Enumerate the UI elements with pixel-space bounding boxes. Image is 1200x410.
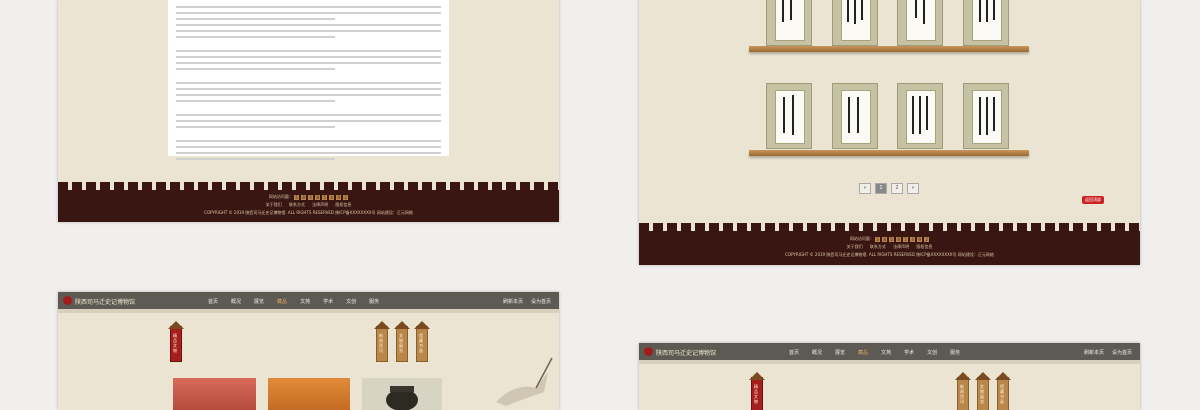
calligraphy-item[interactable]	[963, 83, 1009, 149]
site-footer: 网站访问量： 58 58 54 92 关于我们 联系方式 法律声明 版权信息 C…	[639, 223, 1140, 265]
pager-next-button[interactable]: »	[907, 183, 919, 194]
news-thumbnail[interactable]	[362, 378, 442, 410]
nav-item-creative[interactable]: 文创	[346, 298, 356, 305]
footer-link-legal[interactable]: 法律声明	[312, 202, 328, 207]
footer-link-copyright[interactable]: 版权信息	[916, 244, 932, 249]
category-banner[interactable]: 新闻资讯	[955, 372, 971, 410]
refresh-link[interactable]: 刷新本页	[1084, 349, 1104, 356]
copyright-text: COPYRIGHT © 2019 陕西司马迁史记博物馆. ALL RIGHTS …	[785, 252, 957, 257]
main-menu: 首页 概况 展览 藏品 文苑 学术 文创 服务	[789, 349, 960, 356]
footer-link-about[interactable]: 关于我们	[266, 202, 282, 207]
set-homepage-link[interactable]: 设为首页	[531, 298, 551, 305]
nav-item-exhibitions[interactable]: 展览	[835, 349, 845, 356]
site-credit: 网站建设：正元网络	[957, 252, 994, 257]
news-thumbnail[interactable]	[268, 378, 350, 410]
footer-link-about[interactable]: 关于我们	[847, 244, 863, 249]
visitor-counter: 58 58 54 92	[294, 194, 349, 200]
nav-item-services[interactable]: 服务	[369, 298, 379, 305]
museum-logo-icon	[644, 347, 653, 356]
main-menu: 首页 概况 展览 藏品 文苑 学术 文创 服务	[208, 298, 379, 305]
category-banner[interactable]: 馆藏书画	[414, 321, 430, 362]
collection-home-preview: 陕西司马迁史记博物馆 首页 概况 展览 藏品 文苑 学术 文创 服务 刷新本页 …	[58, 292, 559, 410]
calligraphy-item[interactable]	[766, 0, 812, 46]
top-nav: 陕西司马迁史记博物馆 首页 概况 展览 藏品 文苑 学术 文创 服务 刷新本页 …	[639, 343, 1140, 360]
nav-item-creative[interactable]: 文创	[927, 349, 937, 356]
nav-item-overview[interactable]: 概况	[231, 298, 241, 305]
site-title: 陕西司马迁史记博物馆	[75, 299, 136, 306]
nav-item-home[interactable]: 首页	[789, 349, 799, 356]
nav-item-academic[interactable]: 学术	[904, 349, 914, 356]
nav-item-literature[interactable]: 文苑	[881, 349, 891, 356]
back-to-top-button[interactable]: 返回顶部	[1082, 196, 1104, 204]
visitor-counter-label: 网站访问量：	[268, 194, 293, 199]
nav-item-exhibitions[interactable]: 展览	[254, 298, 264, 305]
calligraphy-item[interactable]	[897, 83, 943, 149]
calligraphy-item[interactable]	[963, 0, 1009, 46]
category-banner[interactable]: 文物展览	[394, 321, 410, 362]
visitor-counter: 58 58 54 92	[875, 236, 930, 242]
top-nav: 陕西司马迁史记博物馆 首页 概况 展览 藏品 文苑 学术 文创 服务 刷新本页 …	[58, 292, 559, 309]
refresh-link[interactable]: 刷新本页	[503, 298, 523, 305]
calligraphy-item[interactable]	[832, 83, 878, 149]
nav-item-academic[interactable]: 学术	[323, 298, 333, 305]
nav-item-collection[interactable]: 藏品	[858, 349, 868, 356]
pager-page-1[interactable]: 1	[875, 183, 887, 194]
museum-logo-icon	[63, 296, 72, 305]
collection-home-preview-2: 陕西司马迁史记博物馆 首页 概况 展览 藏品 文苑 学术 文创 服务 刷新本页 …	[639, 343, 1140, 410]
site-footer: 网站访问量： 58 58 54 92 关于我们 联系方式 法律声明 版权信息 C…	[58, 182, 559, 222]
calligraphy-item[interactable]	[897, 0, 943, 46]
article-page-preview: 网站访问量： 58 58 54 92 关于我们 联系方式 法律声明 版权信息 C…	[58, 0, 559, 222]
pagination: « 1 2 »	[859, 183, 919, 194]
nav-item-services[interactable]: 服务	[950, 349, 960, 356]
footer-link-copyright[interactable]: 版权信息	[335, 202, 351, 207]
nav-item-overview[interactable]: 概况	[812, 349, 822, 356]
collection-page-preview: « 1 2 » 返回顶部 网站访问量： 58 58 54 92 关于我们 联系方…	[639, 0, 1140, 265]
visitor-counter-label: 网站访问量：	[849, 236, 874, 241]
category-banner[interactable]: 新闻资讯	[374, 321, 390, 362]
sub-bar	[639, 360, 1140, 364]
article-body	[168, 0, 449, 160]
sub-bar	[58, 309, 559, 313]
pager-prev-button[interactable]: «	[859, 183, 871, 194]
site-credit: 网站建设：正元网络	[376, 210, 413, 215]
nav-item-home[interactable]: 首页	[208, 298, 218, 305]
news-thumbnail[interactable]	[173, 378, 256, 410]
calligraphy-item[interactable]	[832, 0, 878, 46]
nav-item-literature[interactable]: 文苑	[300, 298, 310, 305]
category-banner[interactable]: 精品文物	[168, 321, 184, 362]
shelf	[749, 46, 1029, 52]
shelf	[749, 150, 1029, 156]
crane-decoration-icon	[496, 357, 553, 406]
category-banner[interactable]: 文物展览	[975, 372, 991, 410]
footer-link-contact[interactable]: 联系方式	[870, 244, 886, 249]
footer-link-legal[interactable]: 法律声明	[893, 244, 909, 249]
copyright-text: COPYRIGHT © 2019 陕西司马迁史记博物馆. ALL RIGHTS …	[204, 210, 376, 215]
category-banner[interactable]: 精品文物	[749, 372, 765, 410]
category-banner[interactable]: 馆藏书画	[995, 372, 1011, 410]
footer-link-contact[interactable]: 联系方式	[289, 202, 305, 207]
nav-item-collection[interactable]: 藏品	[277, 298, 287, 305]
set-homepage-link[interactable]: 设为首页	[1112, 349, 1132, 356]
site-title: 陕西司马迁史记博物馆	[656, 350, 717, 357]
pager-page-2[interactable]: 2	[891, 183, 903, 194]
calligraphy-item[interactable]	[766, 83, 812, 149]
